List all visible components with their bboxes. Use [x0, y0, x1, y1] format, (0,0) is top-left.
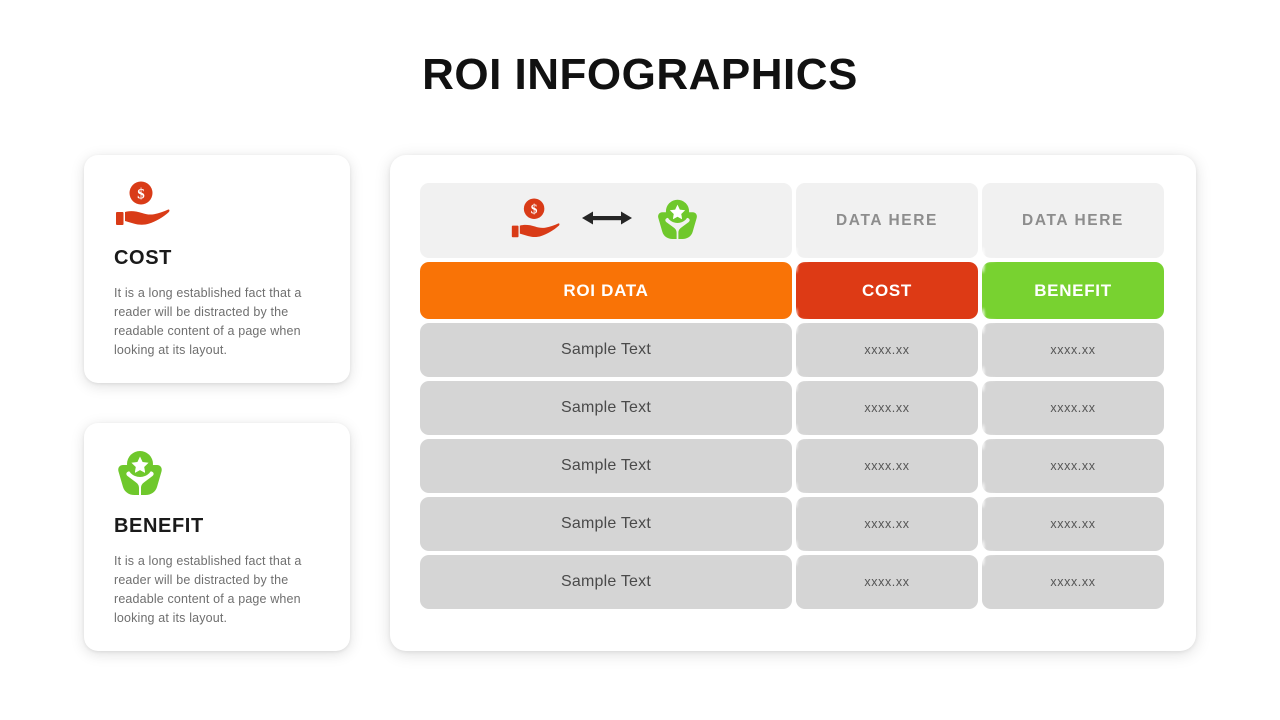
row-cost-cell[interactable]: xxxx.xx	[795, 381, 978, 435]
hand-holding-dollar-coin-icon: $	[510, 197, 560, 244]
row-benefit-value: xxxx.xx	[1050, 517, 1096, 531]
table-header-row: $ DATA HERE DATA HERE	[420, 183, 1165, 258]
info-card-cost: $ COST It is a long established fact tha…	[84, 155, 350, 383]
row-label-cell[interactable]: Sample Text	[420, 381, 792, 435]
row-cost-value: xxxx.xx	[864, 343, 910, 357]
header-cell-data-here-cost: DATA HERE	[795, 183, 978, 258]
row-cost-value: xxxx.xx	[864, 575, 910, 589]
table-row[interactable]: Sample Text xxxx.xx xxxx.xx	[420, 555, 1165, 609]
row-benefit-cell[interactable]: xxxx.xx	[982, 323, 1165, 377]
hands-holding-star-badge-icon	[654, 198, 701, 244]
row-cost-cell[interactable]: xxxx.xx	[795, 497, 978, 551]
row-benefit-value: xxxx.xx	[1050, 343, 1096, 357]
column-bar-cost[interactable]: COST	[795, 262, 978, 319]
table-column-bar-row: ROI DATA COST BENEFIT	[420, 262, 1165, 319]
table-row[interactable]: Sample Text xxxx.xx xxxx.xx	[420, 323, 1165, 377]
svg-text:$: $	[531, 201, 538, 216]
row-label: Sample Text	[561, 515, 651, 532]
hand-holding-dollar-coin-icon: $	[114, 181, 320, 227]
row-benefit-value: xxxx.xx	[1050, 575, 1096, 589]
row-cost-cell[interactable]: xxxx.xx	[795, 555, 978, 609]
page-title: ROI INFOGRAPHICS	[422, 50, 858, 99]
row-label-cell[interactable]: Sample Text	[420, 439, 792, 493]
row-label: Sample Text	[561, 399, 651, 416]
table-row[interactable]: Sample Text xxxx.xx xxxx.xx	[420, 381, 1165, 435]
row-benefit-cell[interactable]: xxxx.xx	[982, 439, 1165, 493]
row-benefit-cell[interactable]: xxxx.xx	[982, 381, 1165, 435]
row-benefit-value: xxxx.xx	[1050, 401, 1096, 415]
hands-holding-star-badge-icon	[114, 449, 320, 495]
card-heading-benefit: BENEFIT	[114, 515, 204, 537]
header-cell-data-here-benefit: DATA HERE	[982, 183, 1165, 258]
row-label: Sample Text	[561, 341, 651, 358]
card-heading-cost: COST	[114, 247, 172, 269]
row-cost-value: xxxx.xx	[864, 517, 910, 531]
header-cell-icons: $	[420, 183, 792, 258]
row-label-cell[interactable]: Sample Text	[420, 497, 792, 551]
table-row[interactable]: Sample Text xxxx.xx xxxx.xx	[420, 439, 1165, 493]
header-label-benefit: DATA HERE	[1022, 211, 1124, 229]
info-card-benefit: BENEFIT It is a long established fact th…	[84, 423, 350, 651]
row-label-cell[interactable]: Sample Text	[420, 555, 792, 609]
row-cost-value: xxxx.xx	[864, 459, 910, 473]
row-label-cell[interactable]: Sample Text	[420, 323, 792, 377]
card-body-cost: It is a long established fact that a rea…	[114, 286, 302, 357]
double-arrow-icon	[582, 208, 633, 233]
row-cost-cell[interactable]: xxxx.xx	[795, 323, 978, 377]
row-benefit-value: xxxx.xx	[1050, 459, 1096, 473]
row-cost-value: xxxx.xx	[864, 401, 910, 415]
row-label: Sample Text	[561, 457, 651, 474]
table-row[interactable]: Sample Text xxxx.xx xxxx.xx	[420, 497, 1165, 551]
column-bar-roi-data[interactable]: ROI DATA	[420, 262, 792, 319]
header-label-cost: DATA HERE	[836, 211, 938, 229]
card-body-benefit: It is a long established fact that a rea…	[114, 554, 302, 625]
row-cost-cell[interactable]: xxxx.xx	[795, 439, 978, 493]
roi-table: $ DATA HERE DATA HERE ROI DATA COST BENE…	[420, 183, 1165, 613]
row-label: Sample Text	[561, 573, 651, 590]
row-benefit-cell[interactable]: xxxx.xx	[982, 555, 1165, 609]
svg-text:$: $	[137, 187, 145, 203]
row-benefit-cell[interactable]: xxxx.xx	[982, 497, 1165, 551]
roi-table-panel: $ DATA HERE DATA HERE ROI DATA COST BENE…	[390, 155, 1196, 651]
column-bar-benefit[interactable]: BENEFIT	[982, 262, 1165, 319]
